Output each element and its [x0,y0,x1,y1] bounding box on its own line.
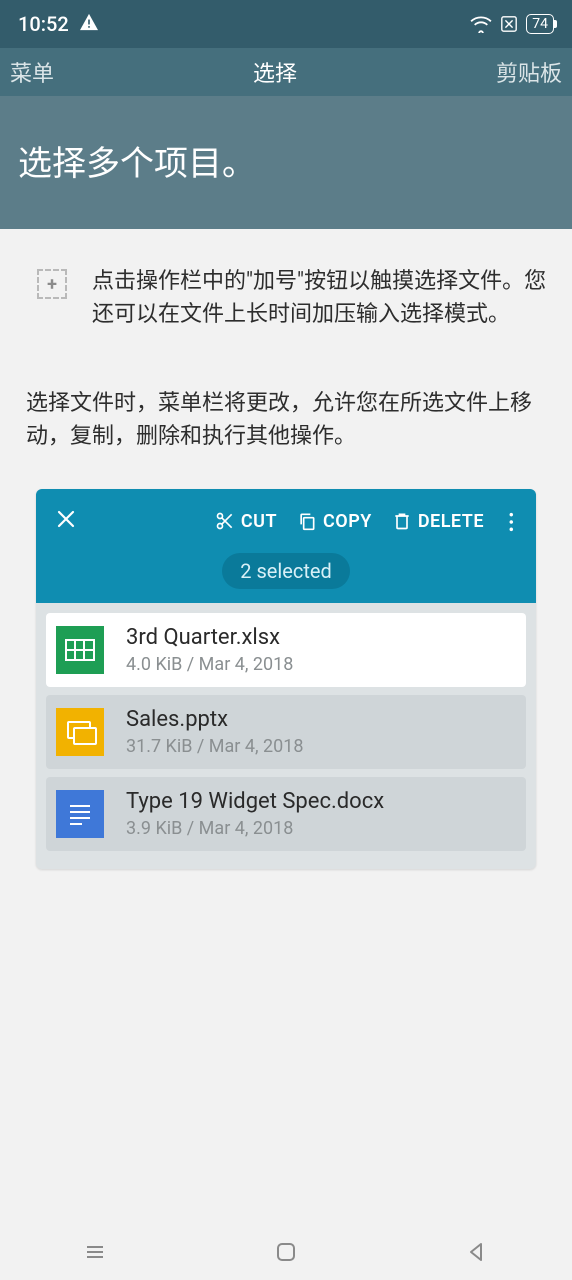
file-meta: 31.7 KiB / Mar 4, 2018 [126,736,303,757]
wifi-icon [470,15,492,33]
triangle-back-icon [465,1240,489,1264]
battery-indicator: 74 [526,14,554,34]
recent-apps-button[interactable] [80,1237,110,1267]
selection-toolbar: CUT COPY DELETE ⋯ [36,489,536,553]
file-row[interactable]: Type 19 Widget Spec.docx 3.9 KiB / Mar 4… [46,777,526,851]
menu-button[interactable]: 菜单 [10,56,54,88]
selection-count-row: 2 selected [36,553,536,603]
selection-count-chip: 2 selected [222,553,350,589]
hint-row: + 点击操作栏中的"加号"按钮以触摸选择文件。您还可以在文件上长时间加压输入选择… [22,265,550,331]
file-name: 3rd Quarter.xlsx [126,625,293,650]
add-selection-hint-icon: + [22,265,82,331]
copy-icon [297,511,317,531]
file-name: Sales.pptx [126,707,303,732]
clipboard-button[interactable]: 剪贴板 [496,56,562,88]
app-toolbar: 菜单 选择 剪贴板 [0,48,572,96]
system-nav-bar [0,1224,572,1280]
copy-label: COPY [323,511,372,532]
scissors-icon [215,511,235,531]
hint-text: 点击操作栏中的"加号"按钮以触摸选择文件。您还可以在文件上长时间加压输入选择模式… [82,265,550,331]
more-menu-button[interactable]: ⋯ [496,511,528,531]
trash-icon [392,511,412,531]
square-icon [274,1240,298,1264]
menu-lines-icon [83,1240,107,1264]
cut-label: CUT [241,511,277,532]
example-card: CUT COPY DELETE ⋯ 2 selected 3rd Quarter… [36,489,536,869]
file-meta: 3.9 KiB / Mar 4, 2018 [126,818,384,839]
content: + 点击操作栏中的"加号"按钮以触摸选择文件。您还可以在文件上长时间加压输入选择… [0,229,572,869]
close-selection-button[interactable] [50,506,82,536]
plus-icon: + [37,269,67,299]
file-text: Type 19 Widget Spec.docx 3.9 KiB / Mar 4… [126,789,384,839]
status-bar: 10:52 74 [0,0,572,48]
warning-icon [79,12,99,36]
delete-button[interactable]: DELETE [392,511,484,532]
home-button[interactable] [271,1237,301,1267]
toolbar-title: 选择 [54,56,496,88]
file-list: 3rd Quarter.xlsx 4.0 KiB / Mar 4, 2018 S… [36,603,536,869]
page-title: 选择多个项目。 [0,96,572,229]
copy-button[interactable]: COPY [297,511,372,532]
document-icon [56,790,104,838]
file-row[interactable]: 3rd Quarter.xlsx 4.0 KiB / Mar 4, 2018 [46,613,526,687]
spreadsheet-icon [56,626,104,674]
close-icon [56,509,76,529]
file-row[interactable]: Sales.pptx 31.7 KiB / Mar 4, 2018 [46,695,526,769]
file-meta: 4.0 KiB / Mar 4, 2018 [126,654,293,675]
sim-icon [500,15,518,33]
presentation-icon [56,708,104,756]
instruction-text: 选择文件时，菜单栏将更改，允许您在所选文件上移动，复制，删除和执行其他操作。 [22,387,550,453]
cut-button[interactable]: CUT [215,511,277,532]
delete-label: DELETE [418,511,484,532]
back-button[interactable] [462,1237,492,1267]
file-text: 3rd Quarter.xlsx 4.0 KiB / Mar 4, 2018 [126,625,293,675]
status-time: 10:52 [18,12,69,36]
file-name: Type 19 Widget Spec.docx [126,789,384,814]
file-text: Sales.pptx 31.7 KiB / Mar 4, 2018 [126,707,303,757]
